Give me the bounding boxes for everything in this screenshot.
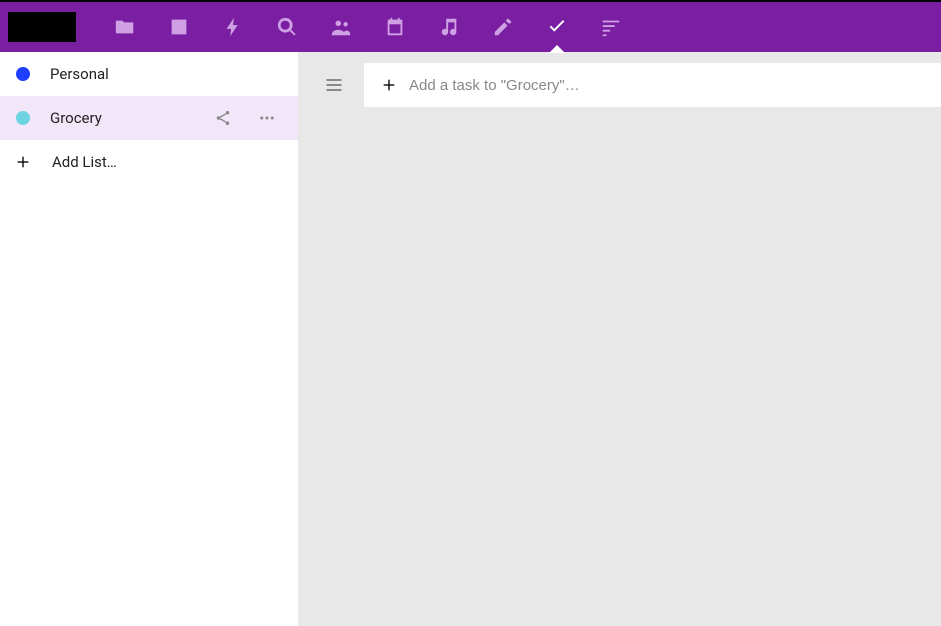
nav-contacts[interactable] [314, 2, 368, 52]
hamburger-icon [324, 75, 344, 95]
image-icon [168, 16, 190, 38]
add-task-field[interactable] [364, 63, 941, 107]
share-list-button[interactable] [206, 101, 240, 135]
sidebar-list-label: Personal [50, 65, 284, 83]
people-icon [330, 16, 352, 38]
nav-activity[interactable] [206, 2, 260, 52]
list-more-button[interactable] [250, 101, 284, 135]
check-icon [546, 16, 568, 38]
task-input-bar [298, 52, 941, 118]
pencil-icon [492, 16, 514, 38]
sidebar-list-personal[interactable]: Personal [0, 52, 298, 96]
nav-files[interactable] [98, 2, 152, 52]
plus-icon [373, 69, 405, 101]
sidebar-list-label: Grocery [50, 109, 196, 127]
list-color-dot [16, 67, 30, 81]
folder-icon [114, 16, 136, 38]
add-list-label: Add List… [52, 153, 117, 171]
more-dots-icon [258, 109, 276, 127]
sidebar-list-grocery[interactable]: Grocery [0, 96, 298, 140]
nav-calendar[interactable] [368, 2, 422, 52]
top-nav-bar [0, 0, 941, 52]
app-logo[interactable] [8, 12, 76, 42]
nav-photos[interactable] [152, 2, 206, 52]
nav-search[interactable] [260, 2, 314, 52]
add-task-input[interactable] [409, 64, 940, 106]
nav-music[interactable] [422, 2, 476, 52]
workspace: Personal Grocery Add List… [0, 52, 941, 626]
nav-tasks[interactable] [530, 2, 584, 52]
nav-sort[interactable] [584, 2, 638, 52]
plus-icon [14, 153, 32, 171]
calendar-icon [384, 16, 406, 38]
sort-lines-icon [600, 16, 622, 38]
bolt-icon [222, 16, 244, 38]
list-color-dot [16, 111, 30, 125]
share-icon [214, 109, 232, 127]
sidebar-lists: Personal Grocery Add List… [0, 52, 298, 626]
search-circle-icon [276, 16, 298, 38]
nav-notes[interactable] [476, 2, 530, 52]
toggle-sidebar-button[interactable] [314, 65, 354, 105]
add-list-button[interactable]: Add List… [0, 140, 298, 184]
music-note-icon [438, 16, 460, 38]
main-panel [298, 52, 941, 626]
